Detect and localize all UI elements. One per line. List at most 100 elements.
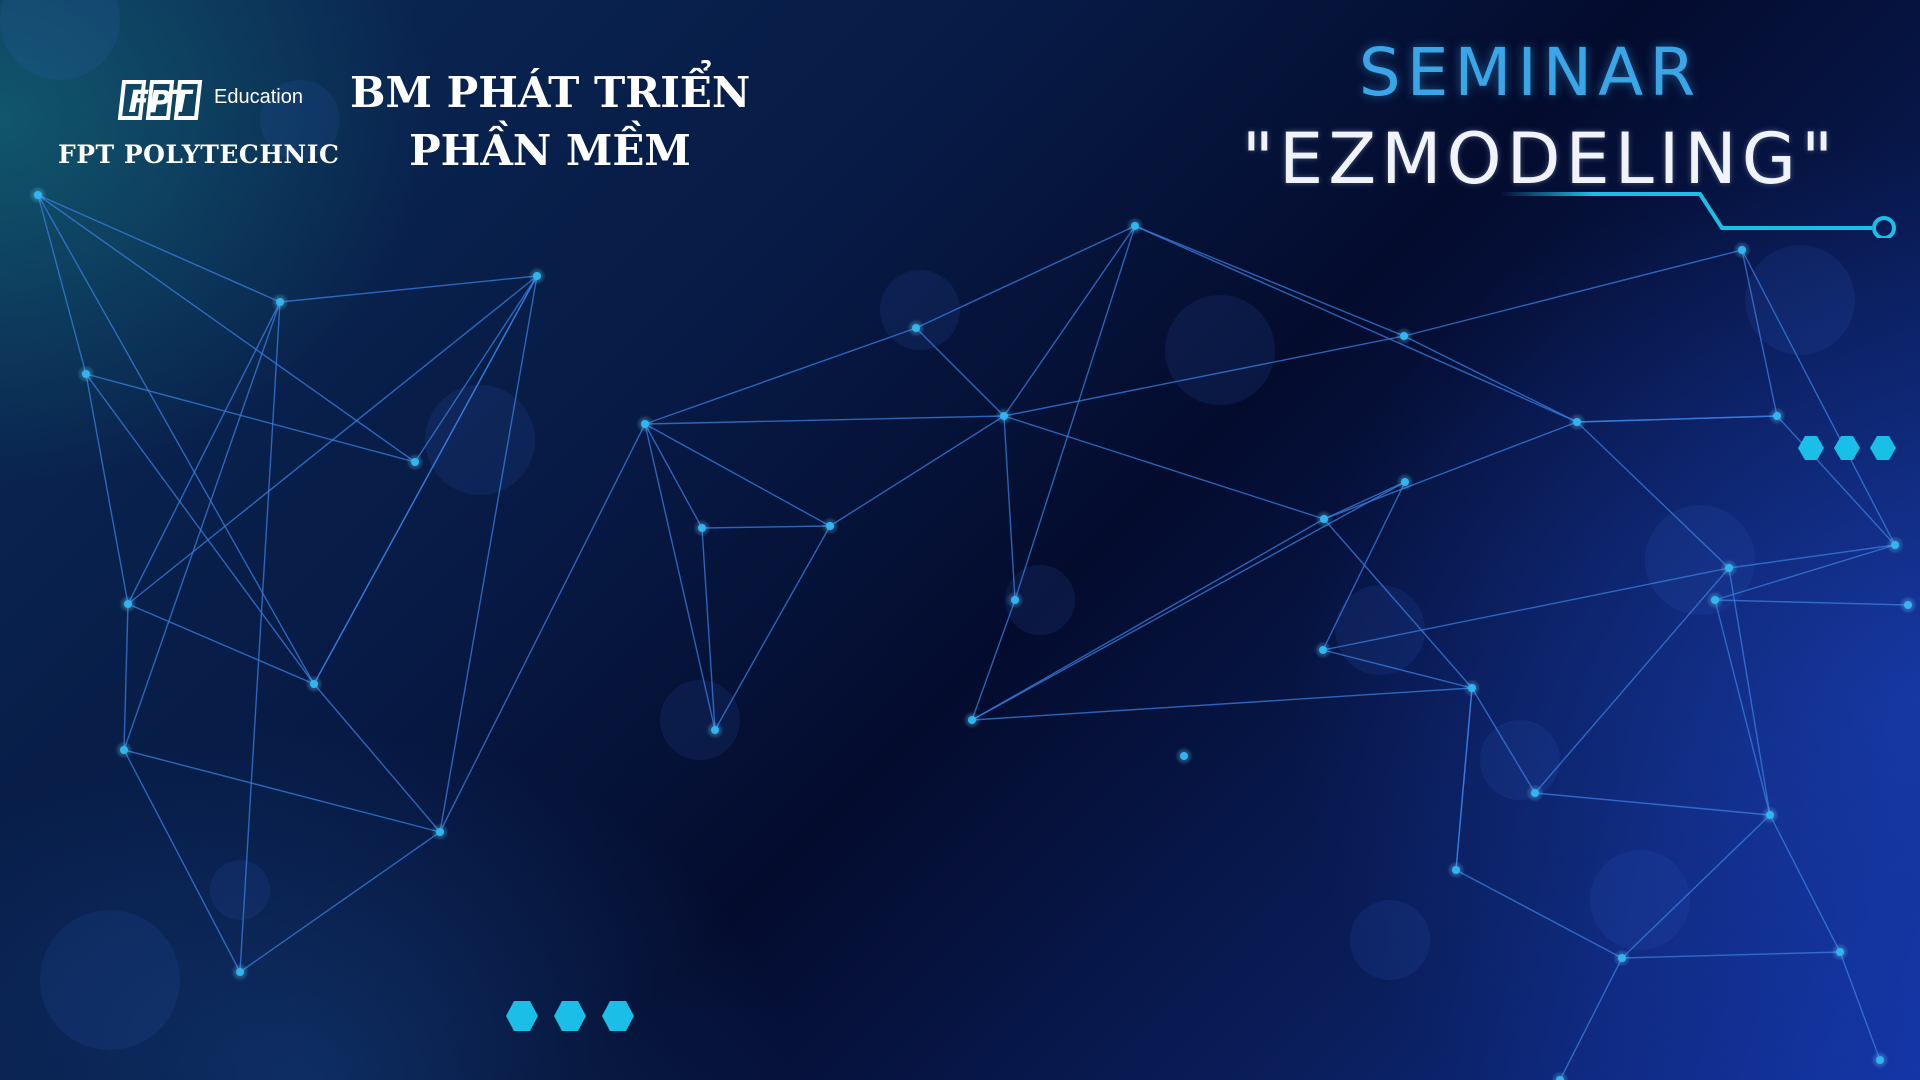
bokeh-circle: [660, 680, 740, 760]
network-edge: [439, 275, 538, 833]
hexagon-icon: [554, 1001, 586, 1031]
network-node: [1011, 596, 1019, 604]
bokeh-circle: [1645, 505, 1755, 615]
hexagon-icon: [1870, 436, 1896, 460]
network-edge: [1714, 599, 1909, 606]
network-edge: [971, 687, 1473, 721]
network-edge: [1003, 225, 1136, 417]
network-edge: [1403, 335, 1578, 423]
network-node: [276, 298, 284, 306]
department-line-1: BM PHÁT TRIỂN: [350, 68, 751, 117]
network-edge: [915, 327, 1005, 417]
education-label: Education: [214, 86, 303, 108]
network-edge: [123, 603, 129, 751]
network-node: [968, 716, 976, 724]
seminar-label: SEMINAR: [1358, 34, 1702, 111]
network-edge: [1534, 792, 1771, 816]
network-node: [236, 968, 244, 976]
department-title: BM PHÁT TRIỂN PHẦN MỀM: [350, 64, 750, 180]
network-node: [1618, 954, 1626, 962]
fpt-logo-icon: FPT: [117, 80, 203, 120]
network-node: [1766, 811, 1774, 819]
network-edge: [313, 683, 441, 833]
bokeh-circle: [1165, 295, 1275, 405]
network-node: [1452, 866, 1460, 874]
network-node: [120, 746, 128, 754]
hexagon-dots-right: [1798, 436, 1896, 460]
network-node: [124, 600, 132, 608]
bokeh-circle: [425, 385, 535, 495]
network-node: [1000, 412, 1008, 420]
network-edge: [37, 194, 87, 375]
network-node: [1876, 1056, 1884, 1064]
network-node: [436, 828, 444, 836]
network-node: [1401, 478, 1409, 486]
network-edge: [1769, 814, 1841, 953]
bokeh-circle: [1745, 245, 1855, 355]
hexagon-dots-bottom: [506, 1001, 634, 1031]
network-edge: [127, 301, 281, 605]
hexagon-icon: [1834, 436, 1860, 460]
network-edge: [644, 415, 1005, 425]
network-edge: [85, 373, 315, 685]
network-edge: [1714, 599, 1771, 816]
network-node: [1180, 752, 1188, 760]
network-edge: [1559, 957, 1623, 1080]
network-node: [711, 726, 719, 734]
network-node: [1738, 246, 1746, 254]
network-edge: [971, 599, 1016, 721]
network-node: [1319, 646, 1327, 654]
hexagon-icon: [506, 1001, 538, 1031]
network-edge: [829, 415, 1005, 527]
network-node: [310, 680, 318, 688]
network-edge: [37, 194, 281, 303]
network-node: [641, 420, 649, 428]
network-edge: [1323, 421, 1578, 520]
network-node: [1468, 684, 1476, 692]
school-name: FPT POLYTECHNIC: [58, 140, 340, 169]
network-node: [912, 324, 920, 332]
network-node: [1573, 418, 1581, 426]
hexagon-icon: [602, 1001, 634, 1031]
network-edge: [1621, 951, 1841, 959]
network-edge: [37, 194, 315, 685]
network-edge: [127, 603, 315, 685]
network-edge: [1014, 225, 1136, 601]
network-node: [1836, 948, 1844, 956]
bokeh-circle: [1350, 900, 1430, 980]
network-edge: [1003, 415, 1016, 601]
network-node: [826, 522, 834, 530]
network-edge: [123, 749, 441, 833]
network-edge: [239, 831, 441, 973]
bokeh-circle: [210, 860, 270, 920]
network-node: [1711, 596, 1719, 604]
network-edge: [1003, 415, 1325, 520]
network-edge: [1323, 481, 1406, 520]
fpt-logo-text: FPT: [129, 85, 194, 120]
department-line-2: PHẦN MỀM: [409, 126, 691, 175]
network-node: [1131, 222, 1139, 230]
network-node: [1773, 412, 1781, 420]
network-node: [698, 524, 706, 532]
network-node: [1725, 564, 1733, 572]
network-edge: [1728, 567, 1771, 816]
network-edge: [915, 225, 1136, 329]
network-node: [1904, 601, 1912, 609]
network-edge: [714, 525, 831, 731]
network-edge: [1839, 951, 1881, 1061]
bokeh-circle: [880, 270, 960, 350]
network-node: [1400, 332, 1408, 340]
bokeh-circle: [1590, 850, 1690, 950]
network-node: [1320, 515, 1328, 523]
network-node: [82, 370, 90, 378]
network-edge: [701, 525, 831, 529]
network-edge: [1576, 415, 1778, 423]
hexagon-icon: [1798, 436, 1824, 460]
network-node: [411, 458, 419, 466]
circuit-line-icon: [1500, 192, 1896, 238]
network-node: [1531, 789, 1539, 797]
network-edge: [1455, 687, 1473, 871]
bokeh-circle: [40, 910, 180, 1050]
network-edge: [85, 373, 129, 605]
bokeh-circle: [1480, 720, 1560, 800]
